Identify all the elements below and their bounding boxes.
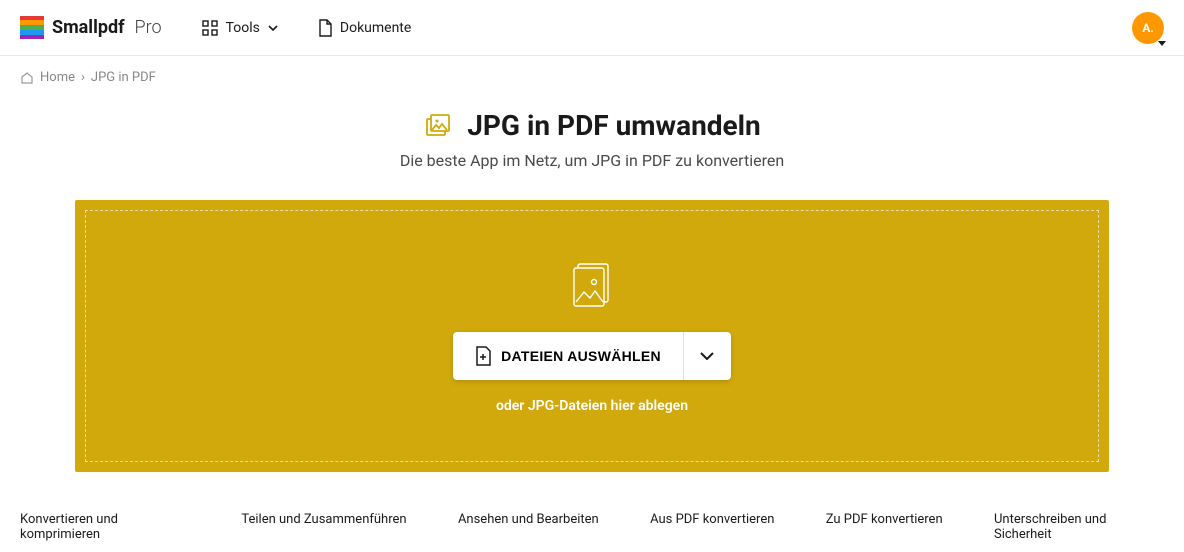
brand-name: Smallpdf	[52, 17, 125, 38]
avatar-initials: A.	[1142, 21, 1154, 35]
dropzone-hint: oder JPG-Dateien hier ablegen	[496, 398, 688, 414]
page-title: JPG in PDF umwandeln	[423, 109, 761, 142]
footer-col-sign-secure[interactable]: Unterschreiben und Sicherheit	[994, 512, 1164, 542]
nav-tools-label: Tools	[226, 20, 260, 36]
footer-col-view-edit[interactable]: Ansehen und Bearbeiten	[458, 512, 599, 542]
footer-categories: Konvertieren und komprimieren Teilen und…	[0, 472, 1184, 552]
breadcrumb: Home › JPG in PDF	[0, 56, 1184, 99]
nav-documents-label: Dokumente	[340, 20, 411, 36]
image-to-pdf-icon	[423, 111, 453, 141]
footer-col-to-pdf[interactable]: Zu PDF konvertieren	[826, 512, 943, 542]
breadcrumb-current: JPG in PDF	[91, 70, 156, 85]
file-add-icon	[475, 346, 491, 366]
choose-files-group: DATEIEN AUSWÄHLEN	[453, 332, 731, 380]
footer-col-from-pdf[interactable]: Aus PDF konvertieren	[650, 512, 774, 542]
brand-tier: Pro	[135, 17, 162, 38]
image-stack-icon	[564, 258, 620, 314]
nav-tools[interactable]: Tools	[202, 20, 278, 36]
footer-col-split-merge[interactable]: Teilen und Zusammenführen	[241, 512, 406, 542]
logo-icon	[20, 16, 44, 40]
home-icon	[20, 71, 34, 85]
nav-documents[interactable]: Dokumente	[318, 19, 411, 37]
page-subtitle: Die beste App im Netz, um JPG in PDF zu …	[0, 151, 1184, 170]
user-avatar[interactable]: A.	[1132, 12, 1164, 44]
chevron-down-icon	[268, 25, 278, 31]
choose-files-button[interactable]: DATEIEN AUSWÄHLEN	[453, 332, 683, 380]
grid-icon	[202, 20, 218, 36]
choose-files-dropdown[interactable]	[683, 332, 731, 380]
chevron-down-icon	[700, 352, 714, 360]
brand-logo[interactable]: Smallpdf Pro	[20, 16, 162, 40]
document-icon	[318, 19, 332, 37]
breadcrumb-home[interactable]: Home	[40, 70, 75, 85]
file-dropzone[interactable]: DATEIEN AUSWÄHLEN oder JPG-Dateien hier …	[75, 200, 1109, 472]
footer-col-convert-compress[interactable]: Konvertieren und komprimieren	[20, 512, 190, 542]
breadcrumb-separator: ›	[81, 70, 85, 85]
chevron-down-icon	[1158, 41, 1166, 46]
